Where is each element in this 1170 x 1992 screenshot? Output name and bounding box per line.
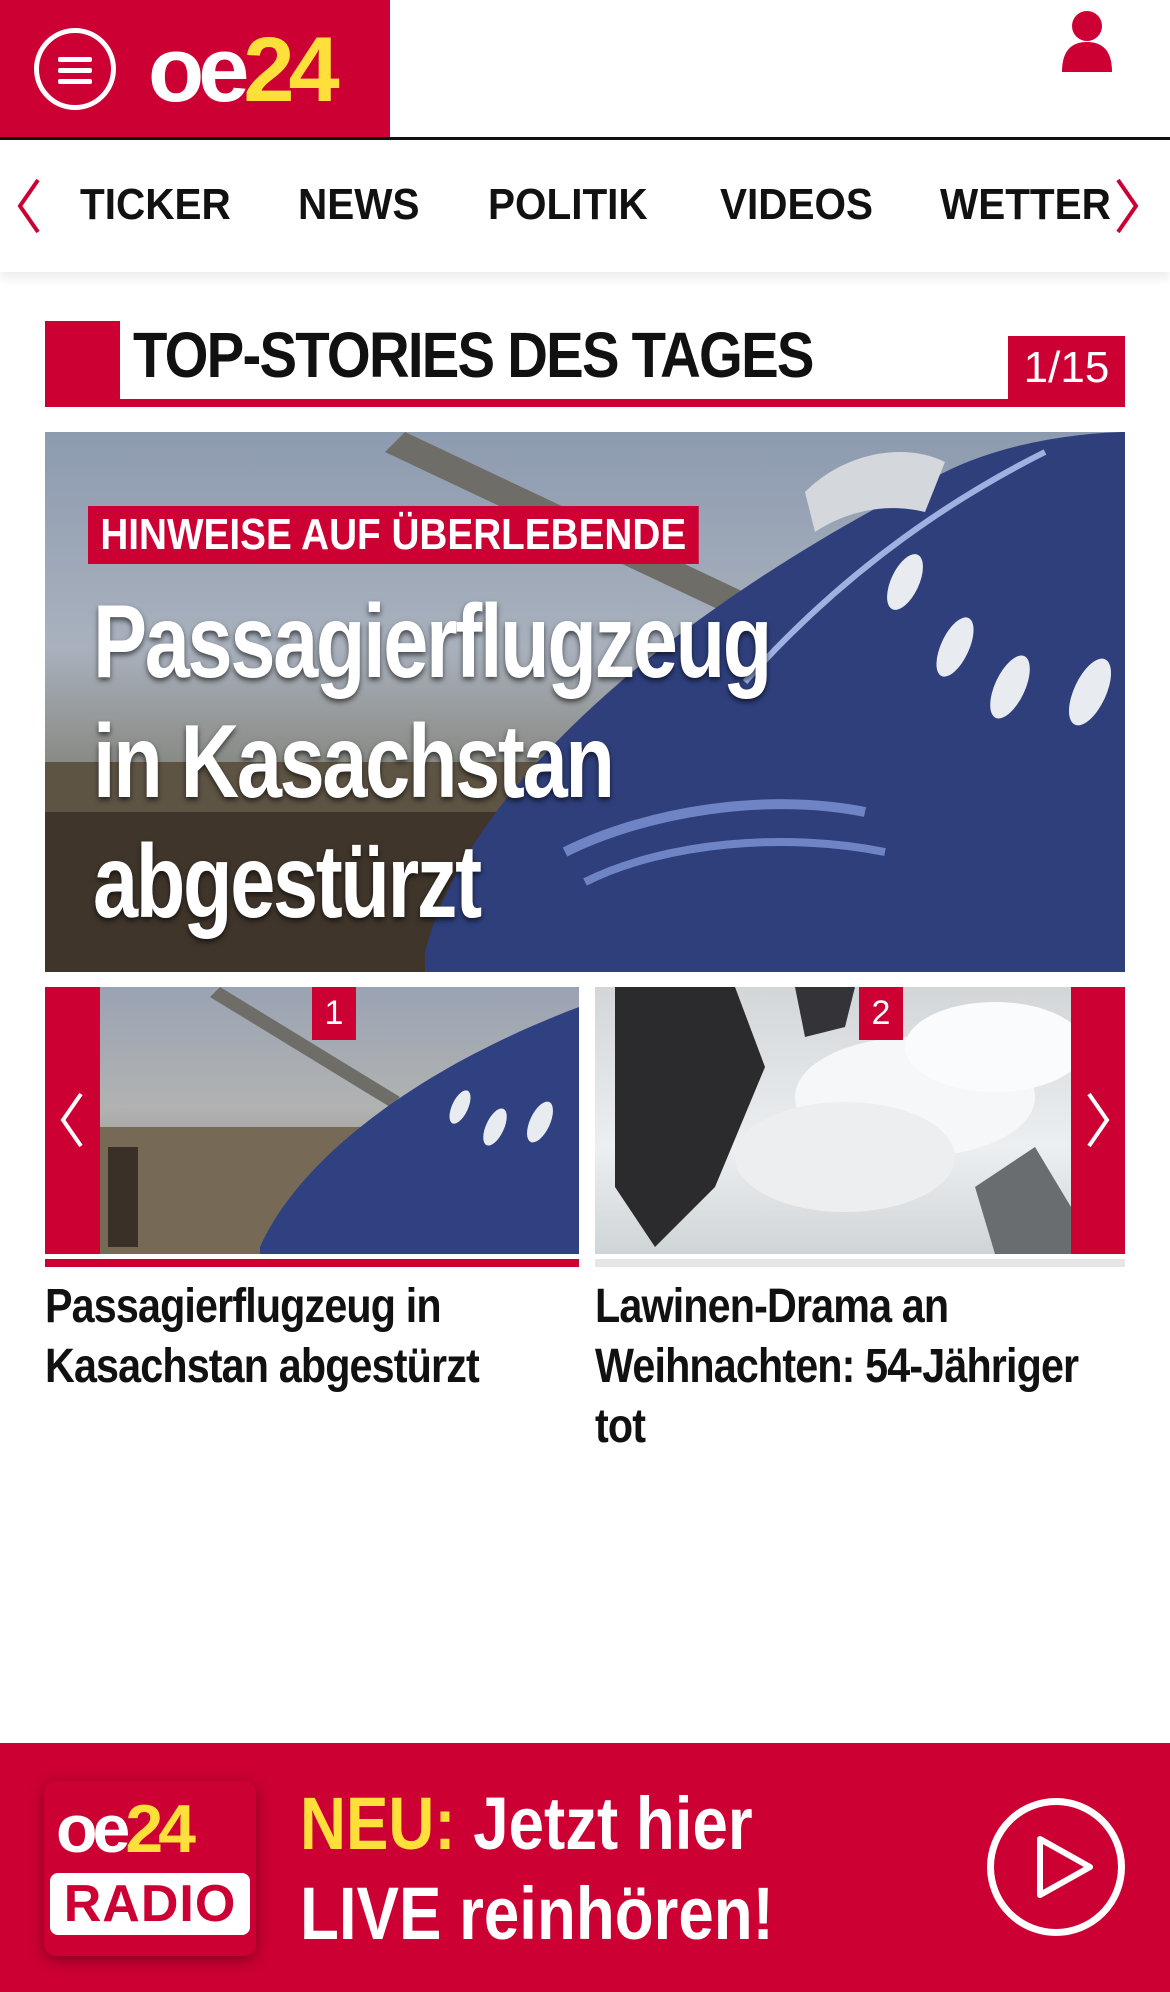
story-card-title[interactable]: Lawinen-Drama an Weihnachten: 54-Jährige…	[595, 1277, 1120, 1457]
nav-item-politik[interactable]: POLITIK	[488, 180, 648, 230]
nav-item-videos[interactable]: VIDEOS	[720, 180, 873, 230]
story-card-image[interactable]	[595, 987, 1071, 1254]
hero-headline-line: abgestürzt	[93, 824, 482, 940]
radio-headline-line2: LIVE reinhören!	[300, 1872, 774, 1955]
section-title: TOP-STORIES DES TAGES	[133, 319, 814, 391]
section-accent-block	[45, 321, 120, 407]
radio-headline-line1: NEU: Jetzt hier	[300, 1782, 753, 1865]
chevron-left-icon[interactable]	[14, 176, 44, 236]
nav-item-wetter[interactable]: WETTER	[940, 180, 1111, 230]
main-nav: TICKER NEWS POLITIK VIDEOS WETTER	[0, 140, 1170, 272]
story-card-badge: 2	[859, 987, 903, 1040]
carousel-prev-button[interactable]	[45, 987, 100, 1254]
user-icon[interactable]	[1060, 10, 1114, 72]
site-header: oe24	[0, 0, 1170, 140]
story-image-avalanche	[615, 987, 1071, 1254]
hero-headline-line: in Kasachstan	[93, 704, 615, 820]
chevron-left-icon	[60, 1092, 83, 1148]
section-underline	[45, 399, 1125, 407]
story-card-badge: 1	[312, 987, 356, 1040]
hero-kicker: HINWEISE AUF ÜBERLEBENDE	[88, 506, 699, 564]
card-progress-bar-active	[45, 1259, 579, 1267]
nav-item-news[interactable]: NEWS	[298, 180, 419, 230]
radio-logo: oe24 RADIO	[44, 1781, 256, 1956]
hero-headline-line: Passagierflugzeug	[93, 584, 772, 700]
nav-item-ticker[interactable]: TICKER	[80, 180, 231, 230]
hero-story[interactable]: HINWEISE AUF ÜBERLEBENDE Passagierflugze…	[45, 432, 1125, 972]
card-progress-bar	[595, 1259, 1125, 1267]
radio-logo-label: RADIO	[50, 1873, 250, 1935]
play-button[interactable]	[987, 1798, 1125, 1936]
hero-headline[interactable]: Passagierflugzeug in Kasachstan abgestür…	[93, 582, 772, 942]
story-card-title[interactable]: Passagierflugzeug in Kasachstan abgestür…	[45, 1277, 578, 1397]
chevron-right-icon	[1087, 1092, 1110, 1148]
play-icon	[1037, 1836, 1093, 1898]
slide-counter: 1/15	[1008, 336, 1125, 399]
radio-banner[interactable]: oe24 RADIO NEU: Jetzt hier LIVE reinhöre…	[0, 1743, 1170, 1992]
brand-area: oe24	[0, 0, 390, 137]
hamburger-menu-icon[interactable]	[34, 28, 116, 110]
chevron-right-icon[interactable]	[1112, 176, 1142, 236]
site-logo[interactable]: oe24	[148, 20, 340, 120]
carousel-next-button[interactable]	[1071, 987, 1125, 1254]
